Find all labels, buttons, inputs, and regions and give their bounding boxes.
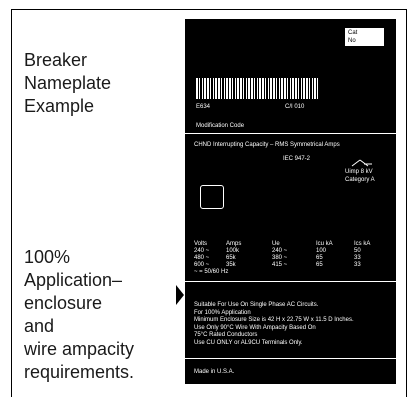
interrupting-capacity-title: CHND Interrupting Capacity – RMS Symmetr…: [194, 142, 340, 148]
usage-line: Use Only 90°C Wire With Ampacity Based O…: [194, 324, 316, 331]
table-row: 480 ~ 65k 380 ~ 65 33: [194, 255, 374, 262]
table-row: 240 ~ 100k 240 ~ 100 50: [194, 248, 374, 255]
cell: 380 ~: [272, 255, 288, 261]
table-row: 600 ~ 35k 415 ~ 65 33: [194, 262, 374, 269]
cell: 35k: [226, 262, 236, 268]
modification-code: Modification Code: [196, 123, 245, 129]
header-volts: Volts: [194, 241, 208, 247]
pointer-arrow-icon: [176, 285, 184, 305]
iec-standard: IEC 947-2: [283, 156, 311, 162]
cell: 240 ~: [272, 248, 288, 254]
header-icu: Icu kA: [316, 241, 333, 247]
note-line: Application–: [24, 270, 123, 290]
usage-line: 75°C Rated Conductors: [194, 332, 258, 338]
title-line: Breaker: [24, 50, 88, 70]
usage-line: For 100% Application: [194, 309, 251, 316]
table-row: Volts Amps Ue Icu kA Ics kA: [194, 241, 374, 248]
header-amps: Amps: [226, 241, 242, 247]
catalog-number-box: Cat No: [345, 28, 384, 46]
usage-line: Use CU ONLY or AL9CU Terminals Only.: [194, 339, 303, 346]
made-in-label: Made in U.S.A.: [194, 369, 235, 375]
header-ue: Ue: [272, 241, 280, 247]
barcode-code-left: E634: [196, 104, 211, 110]
cell: 33: [354, 262, 361, 268]
cell: 480 ~: [194, 255, 210, 261]
usage-line: Suitable For Use On Single Phase AC Circ…: [194, 302, 319, 308]
barcode-icon: [196, 78, 318, 99]
category-rating: Category A: [345, 177, 375, 183]
application-note: 100% Application– enclosure and wire amp…: [24, 246, 134, 384]
barcode-code-right: C/I 010: [285, 104, 305, 110]
usage-line: Minimum Enclosure Size is 42 H x 22.75 W…: [194, 317, 354, 323]
cat-label: Cat: [348, 30, 358, 36]
no-label: No: [348, 38, 356, 44]
divider: [185, 358, 396, 359]
divider: [185, 133, 396, 134]
cell: 50: [354, 248, 361, 254]
figure-title: Breaker Nameplate Example: [24, 49, 111, 118]
ratings-table: Volts Amps Ue Icu kA Ics kA 240 ~ 100k 2…: [194, 241, 374, 269]
cell: 65k: [226, 255, 236, 261]
breaker-symbol-icon: [351, 159, 372, 167]
cell: 100k: [226, 248, 240, 254]
uimp-rating: Uimp 8 kV: [345, 169, 373, 175]
cell: 65: [316, 262, 323, 268]
note-line: requirements.: [24, 362, 135, 382]
usage-instructions: Suitable For Use On Single Phase AC Circ…: [194, 302, 354, 347]
note-line: wire ampacity: [24, 339, 135, 359]
breaker-nameplate: Cat No E634 C/I 010 Modification Code CH…: [185, 19, 396, 384]
title-line: Example: [24, 96, 95, 116]
note-line: enclosure: [24, 293, 103, 313]
cell: 65: [316, 255, 323, 261]
frequency-rating: ~ = 50/60 Hz: [194, 269, 229, 275]
cell: 240 ~: [194, 248, 210, 254]
cell: 33: [354, 255, 361, 261]
title-line: Nameplate: [24, 73, 112, 93]
cell: 100: [316, 248, 327, 254]
cell: 600 ~: [194, 262, 210, 268]
header-ics: Ics kA: [354, 241, 371, 247]
divider: [185, 281, 396, 282]
note-line: and: [24, 316, 55, 336]
certification-mark-icon: [200, 185, 224, 209]
cell: 415 ~: [272, 262, 288, 268]
note-line: 100%: [24, 247, 71, 267]
